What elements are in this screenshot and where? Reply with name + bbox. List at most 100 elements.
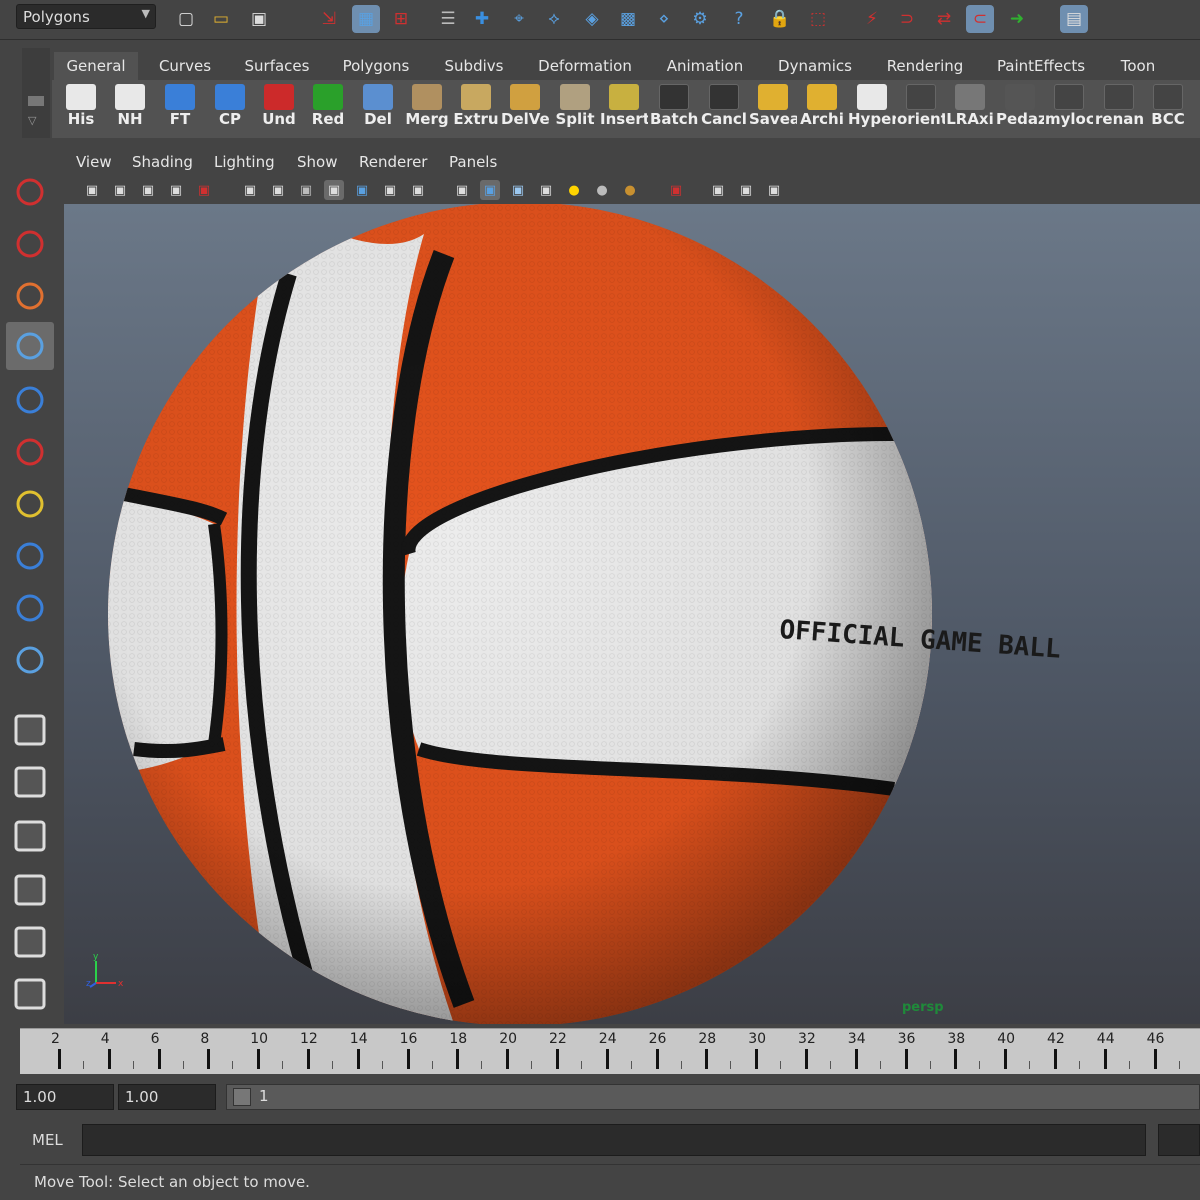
range-slider-handle[interactable] xyxy=(233,1088,251,1106)
shelf-tab-painteffects[interactable]: PaintEffects xyxy=(984,52,1098,80)
camera-attributes-icon[interactable]: ▣ xyxy=(110,180,130,200)
render-icon[interactable]: ⚙ xyxy=(686,5,714,33)
rotate-tool-icon[interactable] xyxy=(6,376,54,424)
shelf-button-ft[interactable]: FT xyxy=(156,82,204,136)
graph-editor-layout-icon[interactable] xyxy=(6,866,54,914)
range-slider-bar[interactable]: 1 xyxy=(226,1084,1200,1110)
panel-menu-renderer[interactable]: Renderer xyxy=(359,153,427,171)
shelf-button-hyper[interactable]: Hyper xyxy=(848,82,896,136)
shelf-tab-polygons[interactable]: Polygons xyxy=(330,52,422,80)
magnet-icon[interactable]: ⇄ xyxy=(930,5,958,33)
snap-view-plane-icon[interactable]: ◈ xyxy=(578,5,606,33)
panel-menu-show[interactable]: Show xyxy=(297,153,337,171)
scale-tool-icon[interactable] xyxy=(6,428,54,476)
bounding-box-icon[interactable]: ▣ xyxy=(324,180,344,200)
shelf-button-bcc[interactable]: BCC xyxy=(1144,82,1192,136)
panel-menu-lighting[interactable]: Lighting xyxy=(214,153,275,171)
outliner-layout-icon[interactable] xyxy=(6,812,54,860)
render-settings-icon[interactable]: 🔒 xyxy=(766,5,794,33)
panel-menu-shading[interactable]: Shading xyxy=(132,153,193,171)
sphere-yellow-icon[interactable]: ● xyxy=(564,180,584,200)
smooth-shade-all-icon[interactable]: ▣ xyxy=(268,180,288,200)
hud-icon[interactable]: ▣ xyxy=(736,180,756,200)
new-scene-icon[interactable]: ▢ xyxy=(172,5,200,33)
wireframe-icon[interactable]: ▣ xyxy=(240,180,260,200)
cube-icon[interactable]: ▣ xyxy=(452,180,472,200)
lock-icon[interactable]: ⚡ xyxy=(858,5,886,33)
move-tool-icon[interactable] xyxy=(6,322,54,370)
shelf-tab-deformation[interactable]: Deformation xyxy=(526,52,644,80)
textured-icon[interactable]: ▣ xyxy=(352,180,372,200)
shelf-tab-general[interactable]: General xyxy=(54,52,138,80)
help-icon[interactable]: ⬚ xyxy=(804,5,832,33)
perspective-viewport[interactable]: OFFICIAL GAME BALL y x z persp xyxy=(64,204,1200,1024)
shelf-tab-surfaces[interactable]: Surfaces xyxy=(232,52,322,80)
panel-menu-view[interactable]: View xyxy=(76,153,112,171)
lattice-icon[interactable] xyxy=(6,636,54,684)
image-plane-icon[interactable]: ▣ xyxy=(166,180,186,200)
shelf-button-split[interactable]: Split xyxy=(551,82,599,136)
select-camera-icon[interactable]: ▣ xyxy=(82,180,102,200)
default-lighting-icon[interactable]: ▣ xyxy=(380,180,400,200)
shelf-button-del[interactable]: Del xyxy=(354,82,402,136)
mel-command-input[interactable] xyxy=(82,1124,1146,1156)
solid-cube-icon[interactable]: ▣ xyxy=(480,180,500,200)
paint-select-tool-icon[interactable] xyxy=(6,272,54,320)
shelf-button-red[interactable]: Red xyxy=(304,82,352,136)
select-component-icon[interactable]: ⊞ xyxy=(387,5,415,33)
xray-icon[interactable]: ▣ xyxy=(408,180,428,200)
sphere-grey-icon[interactable]: ● xyxy=(592,180,612,200)
show-manipulator-icon[interactable] xyxy=(6,584,54,632)
shelf-button-myloc[interactable]: myloc xyxy=(1045,82,1093,136)
share-icon[interactable]: ▣ xyxy=(764,180,784,200)
shelf-tab-rendering[interactable]: Rendering xyxy=(874,52,976,80)
soft-mod-icon[interactable] xyxy=(6,532,54,580)
shelf-button-savea[interactable]: Savea xyxy=(749,82,797,136)
isolate-select-icon[interactable]: ▣ xyxy=(666,180,686,200)
mel-label[interactable]: MEL xyxy=(32,1131,63,1149)
select-tool-icon[interactable] xyxy=(6,168,54,216)
menu-set-selector[interactable]: Polygons ▼ xyxy=(16,4,156,29)
shelf-button-delve[interactable]: DelVe xyxy=(501,82,549,136)
shelf-button-cancl[interactable]: Cancl xyxy=(700,82,748,136)
hypershade-layout-icon[interactable] xyxy=(6,918,54,966)
start-time-field[interactable]: 1.00 xyxy=(16,1084,114,1110)
snap-live-icon[interactable]: ▩ xyxy=(614,5,642,33)
select-hierarchy-icon[interactable]: ⇲ xyxy=(315,5,343,33)
shelf-button-pedaz[interactable]: Pedaz xyxy=(996,82,1044,136)
shelf-button-lraxi[interactable]: LRAxi xyxy=(946,82,994,136)
snap-grid-icon[interactable]: ✚ xyxy=(468,5,496,33)
shelf-button-insert[interactable]: Insert xyxy=(600,82,648,136)
checker-icon[interactable]: ▣ xyxy=(536,180,556,200)
shelf-button-archi[interactable]: Archi xyxy=(798,82,846,136)
shelf-button-his[interactable]: His xyxy=(57,82,105,136)
single-perspective-layout-icon[interactable] xyxy=(6,706,54,754)
shelf-side-handle[interactable]: ▽ xyxy=(22,48,50,138)
select-tool-icon[interactable]: ⊃ xyxy=(893,5,921,33)
playback-start-field[interactable]: 1.00 xyxy=(118,1084,216,1110)
snap-point-icon[interactable]: ⟡ xyxy=(540,5,568,33)
ipr-render-icon[interactable]: ? xyxy=(725,5,753,33)
shelf-button-nh[interactable]: NH xyxy=(106,82,154,136)
filter-icon[interactable]: ☰ xyxy=(434,5,462,33)
maya-logo-icon[interactable] xyxy=(6,970,54,1018)
sphere-gold-icon[interactable]: ● xyxy=(620,180,640,200)
shelf-button-cp[interactable]: CP xyxy=(206,82,254,136)
shelf-button-renan[interactable]: renan xyxy=(1095,82,1143,136)
bookmarks-icon[interactable]: ▣ xyxy=(138,180,158,200)
four-view-layout-icon[interactable] xyxy=(6,758,54,806)
time-slider[interactable]: 2 4 6 8 10 12 14 16 18 20 22 24 26 28 30 32 34 36 38 40 42 44… xyxy=(20,1028,1200,1074)
transparent-cube-icon[interactable]: ▣ xyxy=(508,180,528,200)
grid-icon[interactable]: ▣ xyxy=(708,180,728,200)
snap-curve-icon[interactable]: ⌖ xyxy=(505,5,533,33)
select-object-icon[interactable]: ▦ xyxy=(352,5,380,33)
channel-box-icon[interactable]: ▤ xyxy=(1060,5,1088,33)
shelf-tab-dynamics[interactable]: Dynamics xyxy=(764,52,866,80)
save-scene-icon[interactable]: ▣ xyxy=(245,5,273,33)
shelf-button-batch[interactable]: Batch xyxy=(650,82,698,136)
shelf-tab-toon[interactable]: Toon xyxy=(1106,52,1170,80)
open-scene-icon[interactable]: ▭ xyxy=(207,5,235,33)
shelf-button-und[interactable]: Und xyxy=(255,82,303,136)
shelf-tab-subdivs[interactable]: Subdivs xyxy=(430,52,518,80)
output-ops-icon[interactable]: ➜ xyxy=(1003,5,1031,33)
